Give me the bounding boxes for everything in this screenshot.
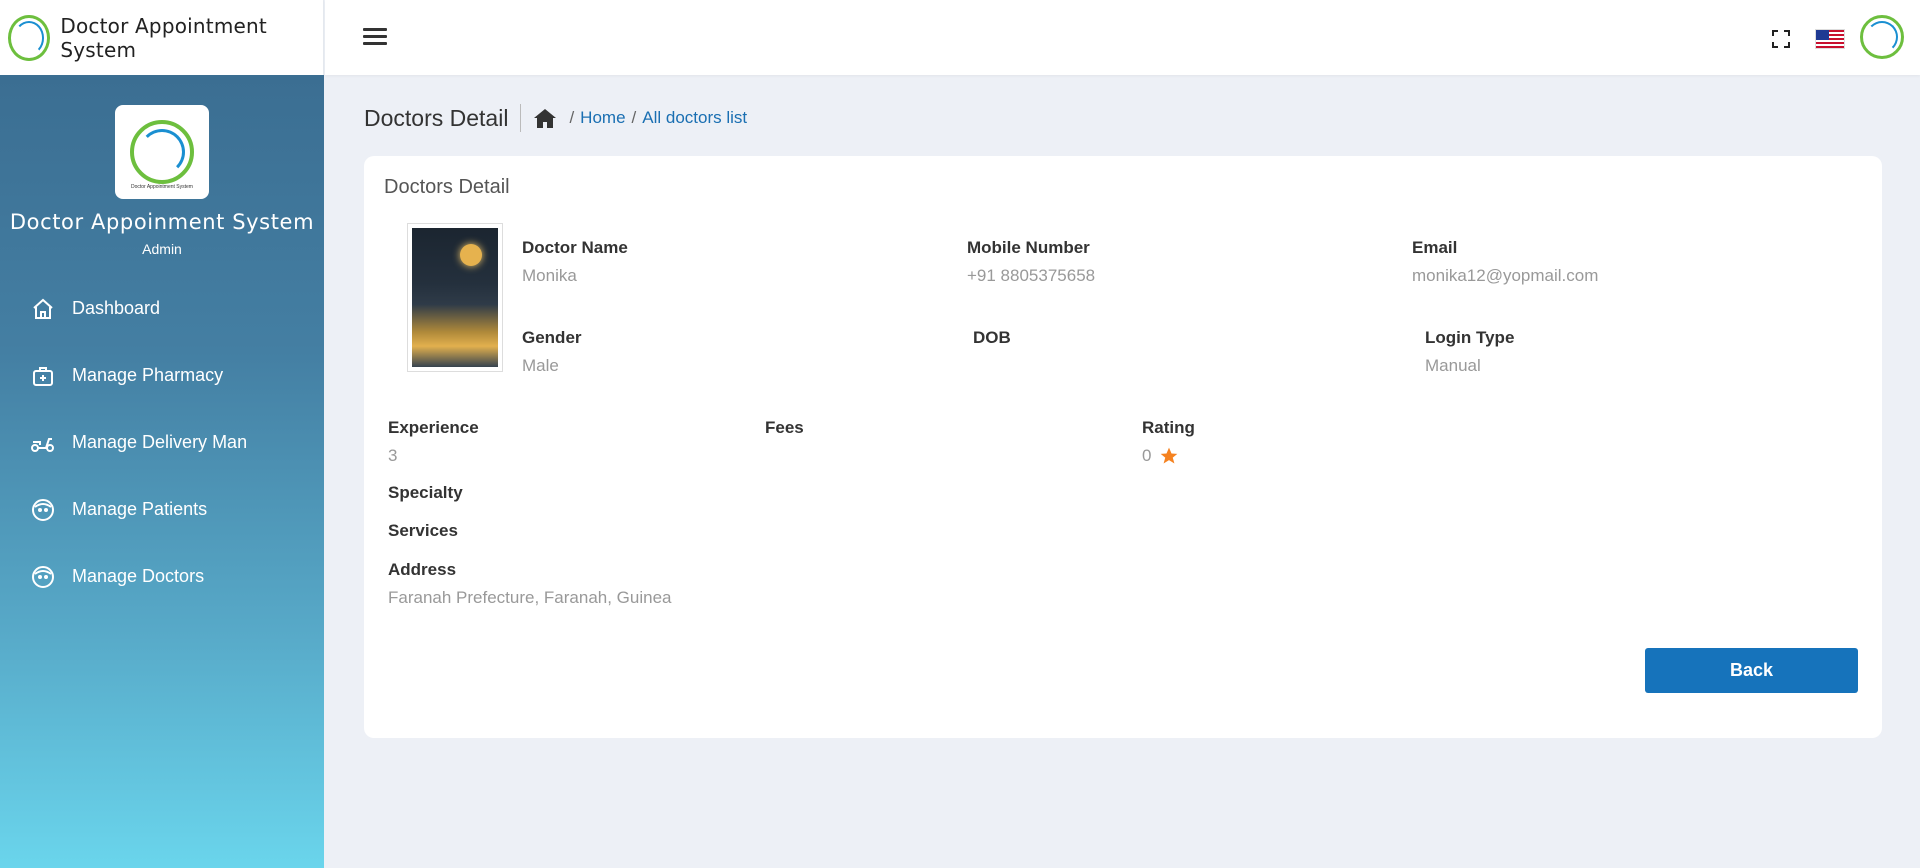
field-label: Email xyxy=(1412,238,1458,257)
card-title: Doctors Detail xyxy=(384,176,510,198)
field-specialty: Specialty xyxy=(388,483,463,503)
field-label: DOB xyxy=(973,328,1011,347)
doctor-detail-card: Doctors Detail Doctor Name Monika Mobile… xyxy=(364,156,1882,738)
face-icon xyxy=(30,497,56,523)
sidebar-item-dashboard[interactable]: Dashboard xyxy=(0,275,324,342)
field-label: Doctor Name xyxy=(522,238,628,257)
field-label: Rating xyxy=(1142,418,1195,437)
field-experience: Experience 3 xyxy=(388,418,479,466)
sidebar-logo-caption: Doctor Appointment System xyxy=(131,184,193,190)
stethoscope-logo-icon xyxy=(130,120,194,184)
header-divider xyxy=(520,104,522,132)
field-value: monika12@yopmail.com xyxy=(1412,266,1599,285)
field-value: +91 8805375658 xyxy=(967,266,1096,285)
sidebar-item-label: Manage Doctors xyxy=(72,566,205,586)
field-label: Services xyxy=(388,521,458,540)
sidebar-item-manage-delivery-man[interactable]: Manage Delivery Man xyxy=(0,409,324,476)
fullscreen-icon[interactable] xyxy=(1772,30,1790,48)
sidebar: Doctor Appointment System Doctor Appoinm… xyxy=(0,75,324,868)
sidebar-item-label: Manage Pharmacy xyxy=(72,365,224,385)
field-mobile-number: Mobile Number +91 8805375658 xyxy=(967,238,1095,286)
breadcrumb-current-link[interactable]: All doctors list xyxy=(642,108,747,128)
sidebar-logo: Doctor Appointment System xyxy=(115,105,209,199)
field-rating: Rating 0 xyxy=(1142,418,1195,466)
brand-logo-icon xyxy=(8,14,51,61)
user-avatar[interactable] xyxy=(1860,15,1904,59)
sidebar-item-label: Dashboard xyxy=(72,298,161,318)
sidebar-menu: Dashboard Manage Pharmacy Manage Deliver… xyxy=(0,275,324,610)
face-icon xyxy=(30,564,56,590)
page-title: Doctors Detail xyxy=(364,104,509,131)
scooter-icon xyxy=(30,430,56,456)
field-dob: DOB xyxy=(973,328,1011,356)
brand-header: Doctor Appointment System xyxy=(0,0,324,75)
doctor-photo-image xyxy=(412,228,498,367)
brand-name: Doctor Appointment System xyxy=(60,13,267,62)
field-label: Login Type xyxy=(1425,328,1515,347)
back-button[interactable]: Back xyxy=(1645,648,1858,693)
field-value: Monika xyxy=(522,266,577,285)
field-label: Address xyxy=(388,560,457,579)
sidebar-item-manage-doctors[interactable]: Manage Doctors xyxy=(0,543,324,610)
field-doctor-name: Doctor Name Monika xyxy=(522,238,628,286)
breadcrumb-separator: / xyxy=(569,108,575,127)
sidebar-item-label: Manage Delivery Man xyxy=(72,432,248,452)
field-email: Email monika12@yopmail.com xyxy=(1412,238,1598,286)
breadcrumb-separator: / xyxy=(631,108,637,127)
field-login-type: Login Type Manual xyxy=(1425,328,1514,376)
sidebar-title: Doctor Appoinment System xyxy=(9,210,315,234)
doctor-photo xyxy=(407,223,503,372)
rating-value-row: 0 xyxy=(1142,446,1195,466)
field-label: Mobile Number xyxy=(967,238,1090,257)
field-gender: Gender Male xyxy=(522,328,582,376)
field-value: Manual xyxy=(1425,356,1481,375)
hamburger-menu-icon[interactable] xyxy=(363,28,387,48)
field-address: Address Faranah Prefecture, Faranah, Gui… xyxy=(388,560,672,608)
sidebar-item-manage-patients[interactable]: Manage Patients xyxy=(0,476,324,543)
rating-value: 0 xyxy=(1142,446,1152,465)
sidebar-item-label: Manage Patients xyxy=(72,499,208,519)
field-fees: Fees xyxy=(765,418,804,446)
field-value: Faranah Prefecture, Faranah, Guinea xyxy=(388,588,672,607)
page-header: Doctors Detail / Home / All doctors list xyxy=(364,104,747,132)
field-value: 3 xyxy=(388,446,398,465)
field-label: Experience xyxy=(388,418,479,437)
field-value: Male xyxy=(522,356,559,375)
us-flag-icon[interactable] xyxy=(1815,29,1845,49)
star-icon xyxy=(1159,446,1179,466)
home-icon[interactable] xyxy=(533,107,557,129)
field-label: Gender xyxy=(522,328,582,347)
sidebar-item-manage-pharmacy[interactable]: Manage Pharmacy xyxy=(0,342,324,409)
top-bar xyxy=(325,0,1920,75)
field-label: Fees xyxy=(765,418,804,437)
field-services: Services xyxy=(388,521,458,541)
home-icon xyxy=(30,296,56,322)
medical-kit-icon xyxy=(30,363,56,389)
breadcrumb-home-link[interactable]: Home xyxy=(580,108,625,128)
sidebar-role: Admin xyxy=(142,241,182,257)
field-label: Specialty xyxy=(388,483,463,502)
